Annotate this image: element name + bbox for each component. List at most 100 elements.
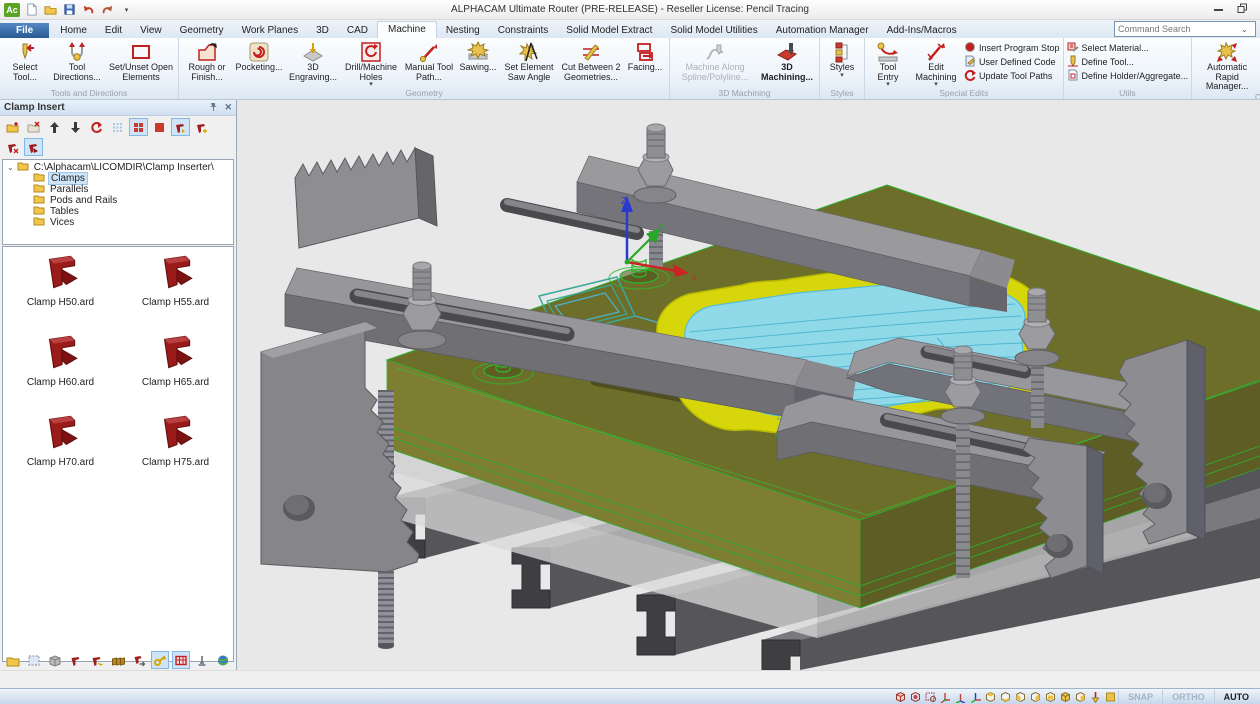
tab-3d[interactable]: 3D: [307, 23, 338, 38]
clamp-up-icon[interactable]: [192, 118, 211, 136]
move-up-icon[interactable]: [45, 118, 64, 136]
rough-or-finish-button[interactable]: Rough or Finish...: [182, 39, 232, 82]
user-defined-code-button[interactable]: User Defined Code: [964, 56, 1060, 68]
list-item-clamp-h75[interactable]: Clamp H75.ard: [142, 413, 209, 493]
define-tool-button[interactable]: Define Tool...: [1067, 56, 1189, 68]
set-element-saw-angle-button[interactable]: Set Element Saw Angle: [500, 39, 558, 82]
restore-button[interactable]: [1237, 1, 1248, 19]
tab-edit[interactable]: Edit: [96, 23, 131, 38]
edit-machining-button[interactable]: Edit Machining ▾: [909, 39, 963, 87]
refresh-icon[interactable]: [87, 118, 106, 136]
update-tool-paths-button[interactable]: Update Tool Paths: [964, 70, 1060, 82]
zoom-window-icon[interactable]: [923, 690, 938, 704]
tab-work-planes[interactable]: Work Planes: [233, 23, 308, 38]
automatic-rapid-manager-button[interactable]: Automatic Rapid Manager...: [1195, 39, 1259, 92]
auto-toggle[interactable]: AUTO: [1214, 690, 1258, 704]
drawer-icon[interactable]: [46, 651, 64, 669]
list-item-clamp-h60[interactable]: Clamp H60.ard: [27, 333, 94, 413]
tab-add-ins-macros[interactable]: Add-Ins/Macros: [878, 23, 966, 38]
z-plumb-icon[interactable]: [1088, 690, 1103, 704]
viewport-3d[interactable]: Z Y x: [237, 100, 1260, 670]
select-tool-button[interactable]: Select Tool...: [3, 39, 47, 82]
tool-directions-button[interactable]: Tool Directions...: [48, 39, 106, 82]
new-document-icon[interactable]: [24, 2, 39, 17]
move-down-icon[interactable]: [66, 118, 85, 136]
customize-quick-access-icon[interactable]: ▾: [119, 2, 134, 17]
iso-axis-1-icon[interactable]: [953, 690, 968, 704]
select-box-icon[interactable]: [25, 651, 43, 669]
manual-tool-path-button[interactable]: Manual Tool Path...: [402, 39, 456, 82]
list-item-clamp-h55[interactable]: Clamp H55.ard: [142, 253, 209, 333]
insert-clamp-icon[interactable]: [171, 118, 190, 136]
tab-file[interactable]: File: [0, 23, 49, 38]
clamp-delete-icon[interactable]: [3, 138, 22, 156]
3d-machining-button[interactable]: 3D Machining...: [758, 39, 816, 82]
command-search[interactable]: ⌄: [1114, 21, 1256, 37]
save-icon[interactable]: [62, 2, 77, 17]
set-unset-open-elements-button[interactable]: Set/Unset Open Elements: [107, 39, 175, 82]
redo-icon[interactable]: [100, 2, 115, 17]
iso-axis-2-icon[interactable]: [968, 690, 983, 704]
undo-icon[interactable]: [81, 2, 96, 17]
folder-icon[interactable]: [4, 651, 22, 669]
define-holder-aggregate-button[interactable]: Define Holder/Aggregate...: [1067, 70, 1189, 82]
new-folder-icon[interactable]: [3, 118, 22, 136]
view-extra-large-icon[interactable]: [150, 118, 169, 136]
key-icon[interactable]: [151, 651, 169, 669]
insert-program-stop-button[interactable]: Insert Program Stop: [964, 42, 1060, 54]
list-item-clamp-h70[interactable]: Clamp H70.ard: [27, 413, 94, 493]
view-bottom-icon[interactable]: [998, 690, 1013, 704]
cut-between-2-geometries-button[interactable]: Cut Between 2 Geometries...: [559, 39, 623, 82]
clamp-single-icon[interactable]: [24, 138, 43, 156]
pocketing-button[interactable]: Pocketing...: [233, 39, 285, 73]
clamp-row-icon[interactable]: [109, 651, 127, 669]
drill-machine-holes-button[interactable]: Drill/Machine Holes ▾: [341, 39, 401, 87]
rotate-view-icon[interactable]: [908, 690, 923, 704]
close-icon[interactable]: ✕: [224, 102, 232, 113]
view-right-icon[interactable]: [1028, 690, 1043, 704]
tree-chevron-icon[interactable]: ⌄: [7, 163, 14, 172]
tab-view[interactable]: View: [131, 23, 171, 38]
view-front-icon[interactable]: [1043, 690, 1058, 704]
probe-icon[interactable]: [193, 651, 211, 669]
snap-toggle[interactable]: SNAP: [1118, 690, 1162, 704]
command-search-input[interactable]: [1115, 24, 1241, 34]
3d-engraving-button[interactable]: 3D Engraving...: [286, 39, 340, 82]
sawing-button[interactable]: Sawing...: [457, 39, 499, 73]
clamp-send-icon[interactable]: [130, 651, 148, 669]
view-top-icon[interactable]: [983, 690, 998, 704]
tree-item-vices[interactable]: Vices: [3, 217, 233, 228]
list-item-clamp-h50[interactable]: Clamp H50.ard: [27, 253, 94, 333]
axis-display-icon[interactable]: [938, 690, 953, 704]
tab-cad[interactable]: CAD: [338, 23, 377, 38]
ortho-toggle[interactable]: ORTHO: [1162, 690, 1214, 704]
tab-solid-model-utilities[interactable]: Solid Model Utilities: [661, 23, 766, 38]
open-file-icon[interactable]: [43, 2, 58, 17]
facing-button[interactable]: Facing...: [624, 39, 666, 73]
select-material-button[interactable]: Select Material...: [1067, 42, 1189, 54]
clamp-grab-icon[interactable]: [88, 651, 106, 669]
view-large-icons-icon[interactable]: [129, 118, 148, 136]
view-back-icon[interactable]: [1058, 690, 1073, 704]
clamp-a-icon[interactable]: [67, 651, 85, 669]
chevron-down-icon[interactable]: ⌄: [1241, 25, 1250, 34]
view-small-icons-icon[interactable]: [108, 118, 127, 136]
tab-automation-manager[interactable]: Automation Manager: [767, 23, 878, 38]
globe-icon[interactable]: [214, 651, 232, 669]
minimize-button[interactable]: [1214, 9, 1223, 11]
machine-along-spline-button[interactable]: Machine Along Spline/Polyline...: [673, 39, 757, 82]
tab-nesting[interactable]: Nesting: [437, 23, 489, 38]
view-left-icon[interactable]: [1013, 690, 1028, 704]
pan-view-icon[interactable]: [893, 690, 908, 704]
tab-machine[interactable]: Machine: [377, 21, 437, 38]
tab-geometry[interactable]: Geometry: [171, 23, 233, 38]
view-iso-icon[interactable]: [1073, 690, 1088, 704]
tab-solid-model-extract[interactable]: Solid Model Extract: [557, 23, 661, 38]
tool-entry-button[interactable]: Tool Entry ▾: [868, 39, 908, 87]
work-volume-icon[interactable]: [1103, 690, 1118, 704]
pin-icon[interactable]: [209, 102, 218, 114]
styles-button[interactable]: Styles ▾: [823, 39, 861, 78]
tab-home[interactable]: Home: [51, 23, 96, 38]
table-icon[interactable]: [172, 651, 190, 669]
delete-item-icon[interactable]: [24, 118, 43, 136]
